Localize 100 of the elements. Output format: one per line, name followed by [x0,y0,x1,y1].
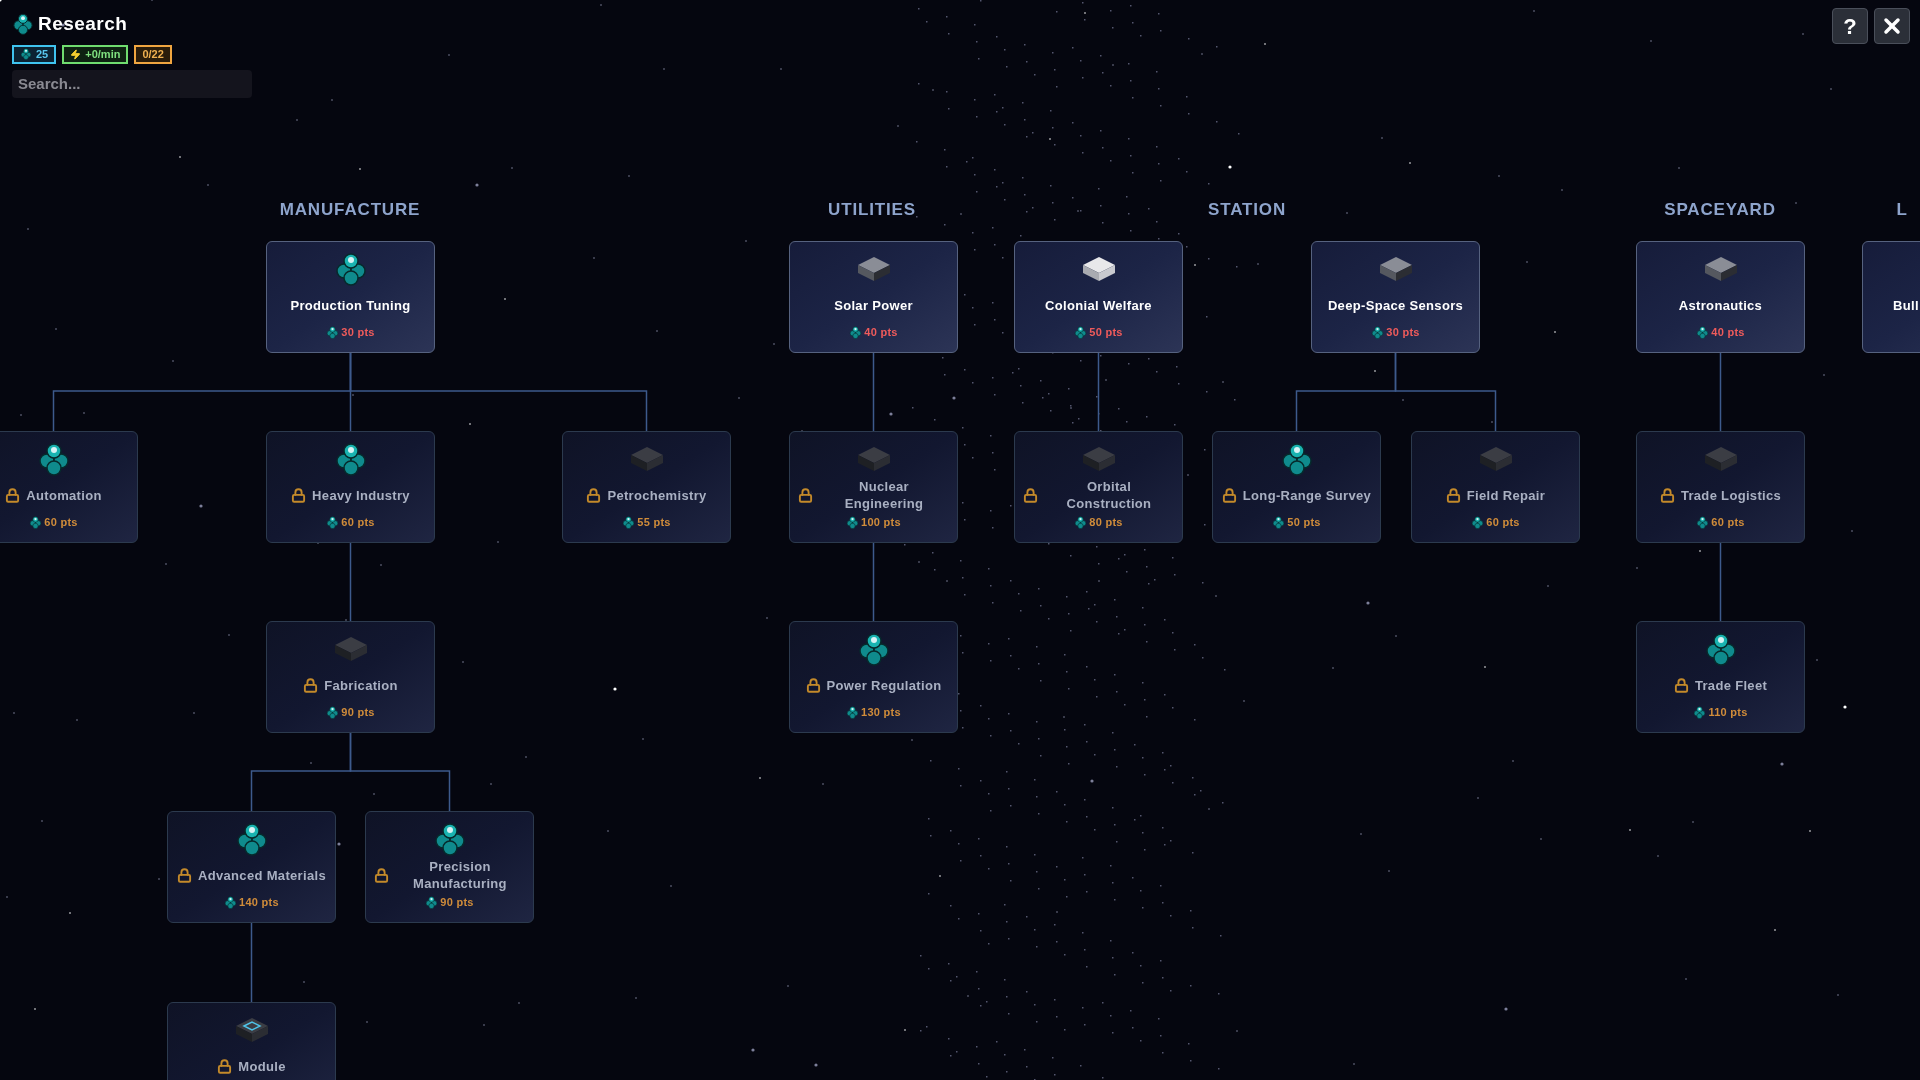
node-title: Long-Range Survey [1242,486,1372,504]
research-node[interactable]: Colonial Welfare 50 pts [1014,241,1183,353]
molecule-icon [234,822,269,856]
molecule-icon [1371,325,1385,339]
lock-icon [1673,677,1689,693]
node-cost: 90 pts [440,895,474,910]
node-title: Module [238,1057,286,1075]
node-title: Heavy Industry [312,486,410,504]
lock-icon [586,487,602,503]
research-node[interactable]: Nuclear Engineering 100 pts [789,431,958,543]
lock-icon [1445,487,1461,503]
category-heading: SPACEYARD [1664,199,1776,221]
node-cost: 55 pts [637,515,671,530]
stat-badge: 0/22 [134,44,172,64]
lock-icon [5,487,21,503]
node-cost: 50 pts [1287,515,1321,530]
node-cost: 60 pts [341,515,375,530]
node-cost: 130 pts [861,705,901,720]
molecule-icon [856,632,891,666]
node-title: Trade Fleet [1694,676,1768,694]
research-node[interactable]: Orbital Construction 80 pts [1014,431,1183,543]
category-heading: L [1896,199,1908,221]
node-title: Precision Manufacturing [412,858,508,892]
node-title: Fabrication [324,676,398,694]
research-node[interactable]: Precision Manufacturing 90 pts [365,811,534,923]
node-cost: 110 pts [1708,705,1748,720]
node-cost: 40 pts [1711,325,1745,340]
lock-icon [291,487,307,503]
lock-icon [798,487,813,503]
research-node[interactable]: Module [167,1002,336,1080]
node-title: Field Repair [1466,486,1546,504]
research-node[interactable]: Advanced Materials 140 pts [167,811,336,923]
research-node[interactable]: Trade Logistics 60 pts [1636,431,1805,543]
research-node[interactable]: Bull [1862,241,1920,353]
lock-icon [303,677,319,693]
stat-badge: +0/min [62,44,129,64]
node-cost: 50 pts [1089,325,1123,340]
help-button[interactable]: ? [1832,8,1868,44]
molecule-icon [622,515,636,529]
molecule-icon [1696,515,1710,529]
node-title: Automation [26,486,102,504]
node-cost: 60 pts [44,515,78,530]
node-cost: 140 pts [239,895,279,910]
search-field[interactable]: Search... [12,69,252,98]
node-cost: 80 pts [1089,515,1123,530]
research-node[interactable]: Automation 60 pts [0,431,138,543]
molecule-icon [326,515,340,529]
node-title: Production Tuning [290,296,411,314]
node-cost: 30 pts [1386,325,1420,340]
category-heading: STATION [1208,199,1286,221]
stat-badge: 25 [12,44,57,64]
close-button[interactable] [1874,8,1910,44]
page-title: Research [38,12,128,36]
molecule-icon [12,13,34,36]
lock-icon [1659,487,1675,503]
lock-icon [374,867,389,883]
research-node[interactable]: Trade Fleet 110 pts [1636,621,1805,733]
molecule-icon [1696,325,1710,339]
node-title: Bull [1893,296,1919,314]
node-title: Advanced Materials [198,866,326,884]
research-node[interactable]: Fabrication 90 pts [266,621,435,733]
node-title: Petrochemistry [607,486,707,504]
molecule-icon [326,325,340,339]
category-heading: MANUFACTURE [279,199,421,221]
molecule-icon [1074,325,1088,339]
molecule-icon [846,705,860,719]
molecule-icon [1074,515,1088,529]
node-title: Orbital Construction [1065,478,1153,512]
molecule-icon [1471,515,1485,529]
molecule-icon [1693,705,1707,719]
molecule-icon [1279,442,1314,476]
research-node[interactable]: Heavy Industry 60 pts [266,431,435,543]
research-node[interactable]: Field Repair 60 pts [1411,431,1580,543]
lock-icon [805,677,821,693]
node-title: Trade Logistics [1680,486,1782,504]
molecule-icon [846,515,860,529]
lightning-icon [70,48,82,60]
research-node[interactable]: Production Tuning 30 pts [266,241,435,353]
molecule-icon [333,252,368,286]
node-title: Deep-Space Sensors [1327,296,1464,314]
node-cost: 90 pts [341,705,375,720]
molecule-icon [333,442,368,476]
node-title: Power Regulation [826,676,942,694]
research-node[interactable]: Long-Range Survey 50 pts [1212,431,1381,543]
lock-icon [217,1058,233,1074]
research-node[interactable]: Astronautics 40 pts [1636,241,1805,353]
molecule-icon [425,895,439,909]
node-cost: 60 pts [1711,515,1745,530]
category-heading: UTILITIES [828,199,916,221]
molecule-icon [1703,632,1738,666]
research-node[interactable]: Deep-Space Sensors 30 pts [1311,241,1480,353]
research-node[interactable]: Solar Power 40 pts [789,241,958,353]
molecule-icon [326,705,340,719]
molecule-icon [20,48,32,60]
research-node[interactable]: Petrochemistry 55 pts [562,431,731,543]
lock-icon [177,867,192,883]
node-cost: 30 pts [341,325,375,340]
lock-icon [1221,487,1237,503]
node-cost: 100 pts [861,515,901,530]
research-node[interactable]: Power Regulation 130 pts [789,621,958,733]
